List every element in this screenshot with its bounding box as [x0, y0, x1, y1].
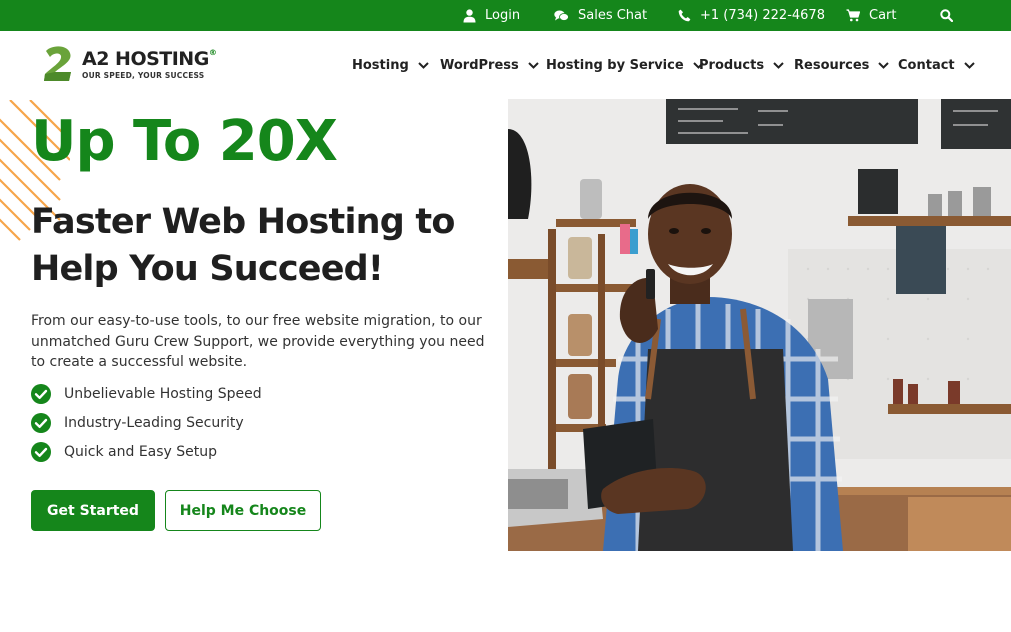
nav-hosting-by-service[interactable]: Hosting by Service — [546, 56, 704, 74]
cart-label: Cart — [869, 8, 897, 23]
phone-link[interactable]: +1 (734) 222-4678 — [678, 0, 825, 31]
registered-mark: ® — [208, 48, 217, 57]
chevron-down-icon — [963, 61, 975, 69]
site-header: A2 HOSTING® OUR SPEED, YOUR SUCCESS Host… — [0, 31, 1011, 99]
nav-contact-label: Contact — [898, 57, 955, 73]
login-label: Login — [485, 8, 521, 23]
a2-hosting-logo[interactable]: A2 HOSTING® OUR SPEED, YOUR SUCCESS — [42, 45, 222, 85]
chevron-down-icon — [878, 61, 890, 69]
hero-kicker: Up To 20X — [31, 109, 338, 174]
search-icon — [940, 9, 953, 22]
nav-resources-label: Resources — [794, 57, 870, 73]
login-link[interactable]: Login — [463, 0, 520, 31]
feature-label: Quick and Easy Setup — [64, 443, 218, 460]
logo-mark-icon — [44, 46, 71, 81]
help-me-choose-button[interactable]: Help Me Choose — [165, 490, 321, 531]
feature-item: Industry-Leading Security — [31, 408, 431, 437]
logo-wordmark: A2 HOSTING® — [82, 48, 217, 70]
cart-link[interactable]: Cart — [846, 0, 897, 31]
hero-photo — [508, 99, 1011, 551]
logo-tagline: OUR SPEED, YOUR SUCCESS — [82, 71, 205, 80]
chat-icon — [554, 10, 569, 21]
sales-chat-link[interactable]: Sales Chat — [554, 0, 647, 31]
chevron-down-icon — [773, 61, 784, 69]
phone-icon — [678, 9, 691, 22]
hero-title: Faster Web Hosting to Help You Succeed! — [31, 202, 455, 289]
hero-description: From our easy-to-use tools, to our free … — [31, 313, 485, 370]
nav-wordpress[interactable]: WordPress — [440, 56, 539, 74]
nav-resources[interactable]: Resources — [794, 56, 890, 74]
nav-wordpress-label: WordPress — [440, 57, 519, 73]
get-started-button[interactable]: Get Started — [31, 490, 155, 531]
nav-contact[interactable]: Contact — [898, 56, 975, 74]
nav-hosting-by-service-label: Hosting by Service — [546, 57, 684, 73]
check-circle-icon — [31, 383, 51, 404]
feature-label: Industry-Leading Security — [64, 414, 244, 431]
feature-list: Unbelievable Hosting Speed Industry-Lead… — [31, 379, 431, 466]
user-icon — [463, 8, 476, 22]
check-circle-icon — [31, 441, 51, 462]
cart-icon — [846, 9, 860, 22]
feature-label: Unbelievable Hosting Speed — [64, 385, 262, 402]
nav-products[interactable]: Products — [699, 56, 784, 74]
feature-item: Quick and Easy Setup — [31, 437, 431, 466]
feature-item: Unbelievable Hosting Speed — [31, 379, 431, 408]
sales-chat-label: Sales Chat — [578, 8, 648, 23]
search-button[interactable] — [940, 0, 962, 31]
phone-number: +1 (734) 222-4678 — [700, 8, 825, 23]
hero-photo-illustration — [508, 99, 1011, 551]
logo-name-text: A2 HOSTING — [82, 48, 209, 70]
top-utility-bar: Login Sales Chat +1 (734) 222-4678 Cart — [0, 0, 1011, 31]
nav-hosting-label: Hosting — [352, 57, 409, 73]
check-circle-icon — [31, 412, 51, 433]
nav-products-label: Products — [699, 57, 765, 73]
nav-hosting[interactable]: Hosting — [352, 56, 429, 74]
chevron-down-icon — [418, 61, 429, 69]
chevron-down-icon — [528, 61, 539, 69]
